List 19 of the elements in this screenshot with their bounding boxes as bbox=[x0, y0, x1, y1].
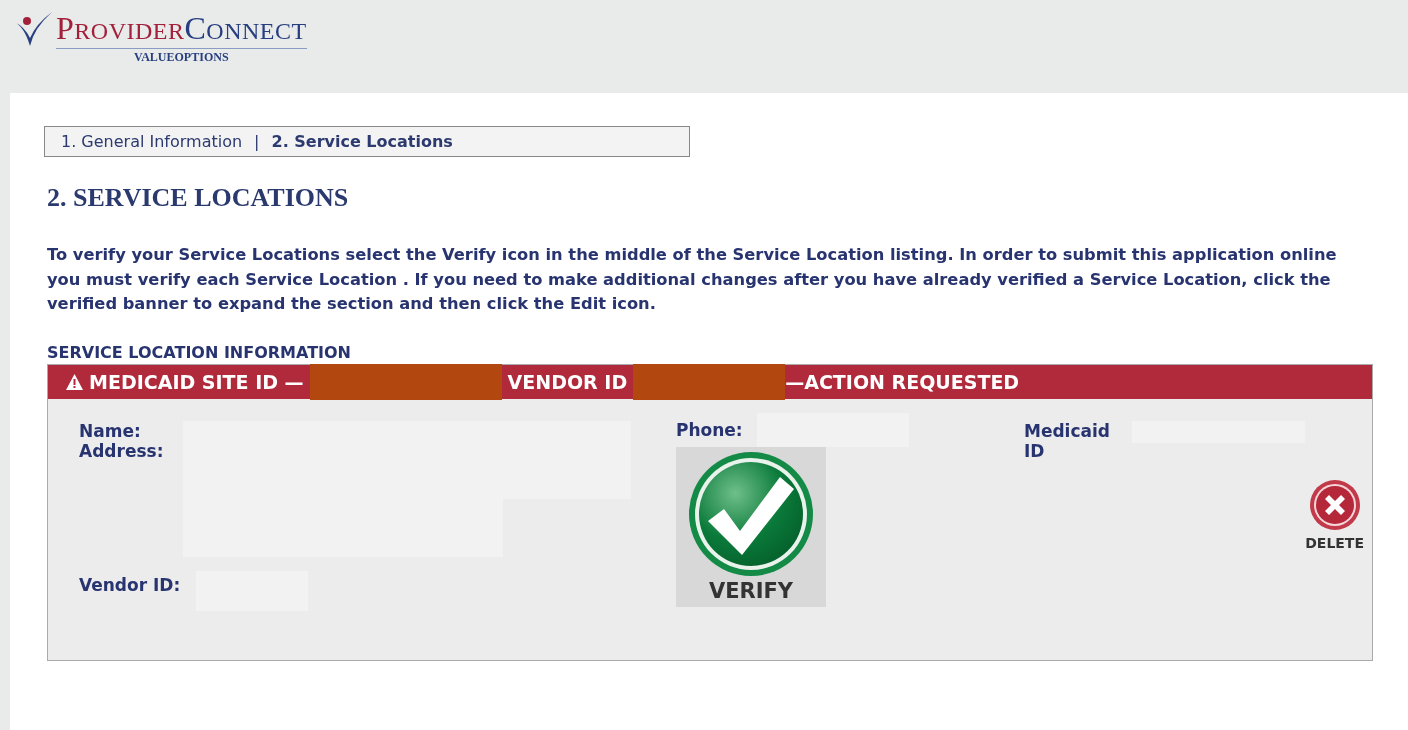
brand-tagline: VALUEOPTIONS bbox=[134, 50, 229, 65]
site-id-label: MEDICAID SITE ID — bbox=[89, 370, 304, 393]
brand-name: PROVIDERCONNECT bbox=[56, 10, 307, 49]
address-label: Address: bbox=[79, 440, 165, 461]
location-banner[interactable]: MEDICAID SITE ID — VENDOR ID —ACTION REQUESTED bbox=[48, 364, 1372, 399]
step-tab[interactable]: 1. General Information bbox=[61, 132, 243, 151]
tab-separator: | bbox=[254, 132, 260, 151]
instructions-text: To verify your Service Locations select the Verify icon in the middle of the Service Location listing. In order to submit this application online you must verify each Service Location . If you need to make additional changes after you have already verified a Service Location, click the verified banner to expand the section and then click the Edit icon. bbox=[47, 244, 1338, 315]
page-heading: 2. SERVICE LOCATIONS bbox=[47, 183, 350, 213]
vendor-id-label: Vendor ID: bbox=[79, 574, 181, 595]
medicaid-id-label: Medicaid ID bbox=[1024, 420, 1111, 461]
name-label: Name: bbox=[79, 420, 142, 441]
status-text: —ACTION REQUESTED bbox=[785, 370, 1020, 393]
phone-label: Phone: bbox=[676, 419, 743, 440]
delete-button[interactable]: DELETE bbox=[1305, 478, 1364, 551]
vendor-id-label: VENDOR ID bbox=[507, 370, 628, 393]
verify-button[interactable]: VERIFY bbox=[676, 446, 826, 607]
step-tab[interactable]: 2. Service Locations bbox=[271, 132, 453, 151]
section-title: SERVICE LOCATION INFORMATION bbox=[47, 342, 352, 362]
